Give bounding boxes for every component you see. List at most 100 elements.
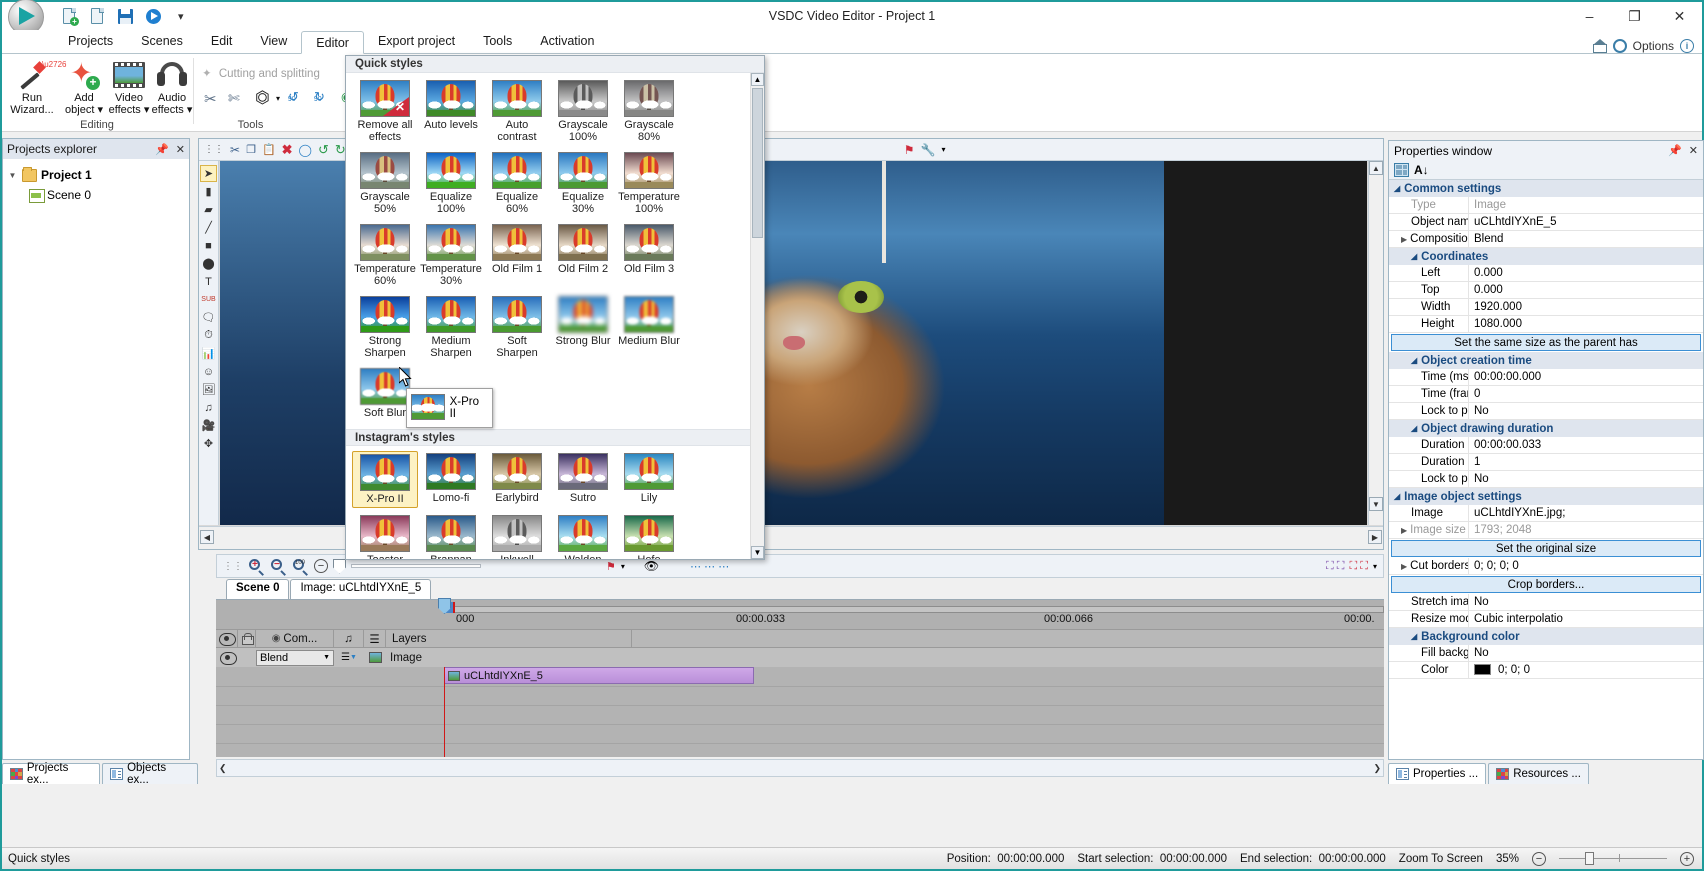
timeline-zoom-slider[interactable] xyxy=(333,558,346,574)
style-item[interactable]: Auto levels xyxy=(418,78,484,145)
split-icon[interactable]: ✄ xyxy=(228,90,240,107)
scroll-left-icon[interactable]: ◀ xyxy=(200,530,214,544)
timeline-track-area[interactable]: uCLhtdIYXnE_5 xyxy=(216,667,1384,757)
zoom-minus-button[interactable]: − xyxy=(1532,851,1546,866)
tree-node-scene[interactable]: Scene 0 xyxy=(7,185,185,205)
property-row[interactable]: Time (ms) 00:00:00.000 xyxy=(1389,368,1703,386)
zoom-out-icon[interactable]: − xyxy=(270,558,287,577)
property-row[interactable]: Resize modeCubic interpolatio xyxy=(1389,610,1703,628)
row-lock-icon[interactable] xyxy=(238,648,256,668)
expander-icon[interactable]: ▼ xyxy=(7,171,18,180)
property-value[interactable]: Cubic interpolatio xyxy=(1469,611,1703,628)
audio-effects-button[interactable]: Audio effects ▾ xyxy=(146,58,198,116)
style-item[interactable]: Soft Sharpen xyxy=(484,294,550,361)
header-lock-icon[interactable] xyxy=(238,629,256,648)
drag-handle-icon[interactable]: ⋮⋮ xyxy=(204,144,224,155)
property-group-header[interactable]: ◢ Coordinates xyxy=(1389,248,1703,265)
property-row[interactable]: Time (frame)0 xyxy=(1389,385,1703,403)
wrench-dropdown-icon[interactable]: ▾ xyxy=(942,145,946,154)
property-row[interactable]: Duration (ms00:00:00.033 xyxy=(1389,436,1703,454)
layer-object-row[interactable]: Blend ▼ ☰ ▼ Image xyxy=(216,647,1384,667)
property-value[interactable]: 00:00:00.033 xyxy=(1469,437,1703,454)
property-value[interactable]: 0; 0; 0; 0 xyxy=(1469,558,1703,575)
property-value[interactable]: 1793; 2048 xyxy=(1469,522,1703,539)
menu-edit[interactable]: Edit xyxy=(197,30,247,53)
property-row[interactable]: Top 0.000 xyxy=(1389,281,1703,299)
options-label[interactable]: Options xyxy=(1633,39,1674,53)
tab-scene-0[interactable]: Scene 0 xyxy=(226,579,290,599)
tl-marker-icon[interactable]: ⚑ xyxy=(606,560,616,573)
delete-tool-icon[interactable]: ✖ xyxy=(282,142,293,158)
property-group-header[interactable]: ◢ Object creation time xyxy=(1389,352,1703,369)
style-item[interactable]: Hefe xyxy=(616,513,682,559)
property-row[interactable]: Object nameuCLhtdIYXnE_5 xyxy=(1389,213,1703,231)
property-value[interactable]: 0.000 xyxy=(1469,265,1703,282)
style-item[interactable]: Strong Sharpen xyxy=(352,294,418,361)
property-row[interactable]: ▶ Image size 1793; 2048 xyxy=(1389,521,1703,539)
timeline-zoom-track[interactable] xyxy=(351,564,481,568)
group-expander-icon[interactable]: ◢ xyxy=(1411,424,1417,433)
property-value[interactable]: 00:00:00.000 xyxy=(1469,369,1703,386)
timeline-zoom-minus-icon[interactable]: − xyxy=(314,559,328,573)
style-item[interactable]: Equalize 30% xyxy=(550,150,616,217)
row-audio-icon[interactable]: ☰ ▼ xyxy=(334,648,364,668)
sort-alpha-icon[interactable]: A↓ xyxy=(1414,163,1429,177)
style-item[interactable]: Walden xyxy=(550,513,616,559)
group-expander-icon[interactable]: ◢ xyxy=(1394,492,1400,501)
style-item[interactable]: Brannan xyxy=(418,513,484,559)
property-row[interactable]: Duration (fra1 xyxy=(1389,453,1703,471)
property-row[interactable]: Height 1080.000 xyxy=(1389,315,1703,333)
scroll-up-icon[interactable]: ▲ xyxy=(1369,161,1383,175)
style-item[interactable]: Toaster xyxy=(352,513,418,559)
style-item[interactable]: Old Film 2 xyxy=(550,222,616,289)
property-row[interactable]: Width 1920.000 xyxy=(1389,298,1703,316)
style-item[interactable]: Grayscale 80% xyxy=(616,78,682,145)
timeline-ruler[interactable]: 000 00:00.033 00:00.066 00:00. xyxy=(216,598,1384,629)
properties-pin-icon[interactable]: 📌 xyxy=(1668,144,1682,157)
audio-tool-icon[interactable]: ♫ xyxy=(200,399,217,416)
undo-icon[interactable]: ↺ xyxy=(318,142,329,158)
style-item[interactable]: Sutro xyxy=(550,451,616,508)
style-item[interactable]: ✕ Remove all effects xyxy=(352,78,418,145)
pointer-tool-icon[interactable]: ➤ xyxy=(200,165,217,182)
property-value[interactable]: 0.000 xyxy=(1469,282,1703,299)
image-tool-icon[interactable]: 🖼 xyxy=(200,381,217,398)
property-row[interactable]: Left 0.000 xyxy=(1389,264,1703,282)
menu-activation[interactable]: Activation xyxy=(526,30,608,53)
property-row[interactable]: Lock to parerNo xyxy=(1389,470,1703,488)
blend-mode-dropdown[interactable]: Blend ▼ xyxy=(256,649,334,666)
menu-editor[interactable]: Editor xyxy=(301,31,364,54)
property-row[interactable]: Lock to parerNo xyxy=(1389,402,1703,420)
header-audio-icon[interactable]: ♫ xyxy=(334,629,364,648)
timeline-clip[interactable]: uCLhtdIYXnE_5 xyxy=(444,667,754,684)
tl-group-icons[interactable]: ⛶ ⛶ xyxy=(1326,560,1344,573)
property-row[interactable]: Image uCLhtdIYXnE.jpg; xyxy=(1389,504,1703,522)
chart-tool-icon[interactable]: 📊 xyxy=(200,345,217,362)
property-group-header[interactable]: ◢ Image object settings xyxy=(1389,488,1703,505)
rotate-left-90-icon[interactable]: ↺90 xyxy=(288,89,307,105)
crop-dropdown-icon[interactable]: ▾ xyxy=(276,94,280,103)
properties-close-icon[interactable]: ✕ xyxy=(1689,144,1698,157)
zoom-slider-knob[interactable] xyxy=(1585,852,1594,865)
property-action-button[interactable]: Set the original size xyxy=(1391,540,1701,557)
tl-drag-handle-icon[interactable]: ⋮⋮ xyxy=(223,561,243,572)
shape-tool-icon[interactable]: ▰ xyxy=(200,201,217,218)
tab-resources[interactable]: Resources ... xyxy=(1488,763,1589,784)
human-tool-icon[interactable]: ☺ xyxy=(200,363,217,380)
style-item[interactable]: Temperature 100% xyxy=(616,150,682,217)
expander-icon[interactable]: ▶ xyxy=(1401,562,1407,571)
style-item[interactable]: Auto contrast xyxy=(484,78,550,145)
property-value[interactable]: No xyxy=(1469,471,1703,488)
menu-view[interactable]: View xyxy=(246,30,301,53)
expander-icon[interactable]: ▶ xyxy=(1401,526,1407,535)
style-item[interactable]: Earlybird xyxy=(484,451,550,508)
categorized-view-icon[interactable] xyxy=(1394,162,1409,177)
video-tool-icon[interactable]: 🎥 xyxy=(200,417,217,434)
property-value[interactable]: No xyxy=(1469,403,1703,420)
menu-scenes[interactable]: Scenes xyxy=(127,30,197,53)
style-item[interactable]: Lomo-fi xyxy=(418,451,484,508)
home-icon[interactable] xyxy=(1592,38,1607,53)
property-value[interactable]: uCLhtdIYXnE_5 xyxy=(1469,214,1703,231)
crop-icon[interactable]: ⏣ xyxy=(255,88,270,108)
group-expander-icon[interactable]: ◢ xyxy=(1411,252,1417,261)
